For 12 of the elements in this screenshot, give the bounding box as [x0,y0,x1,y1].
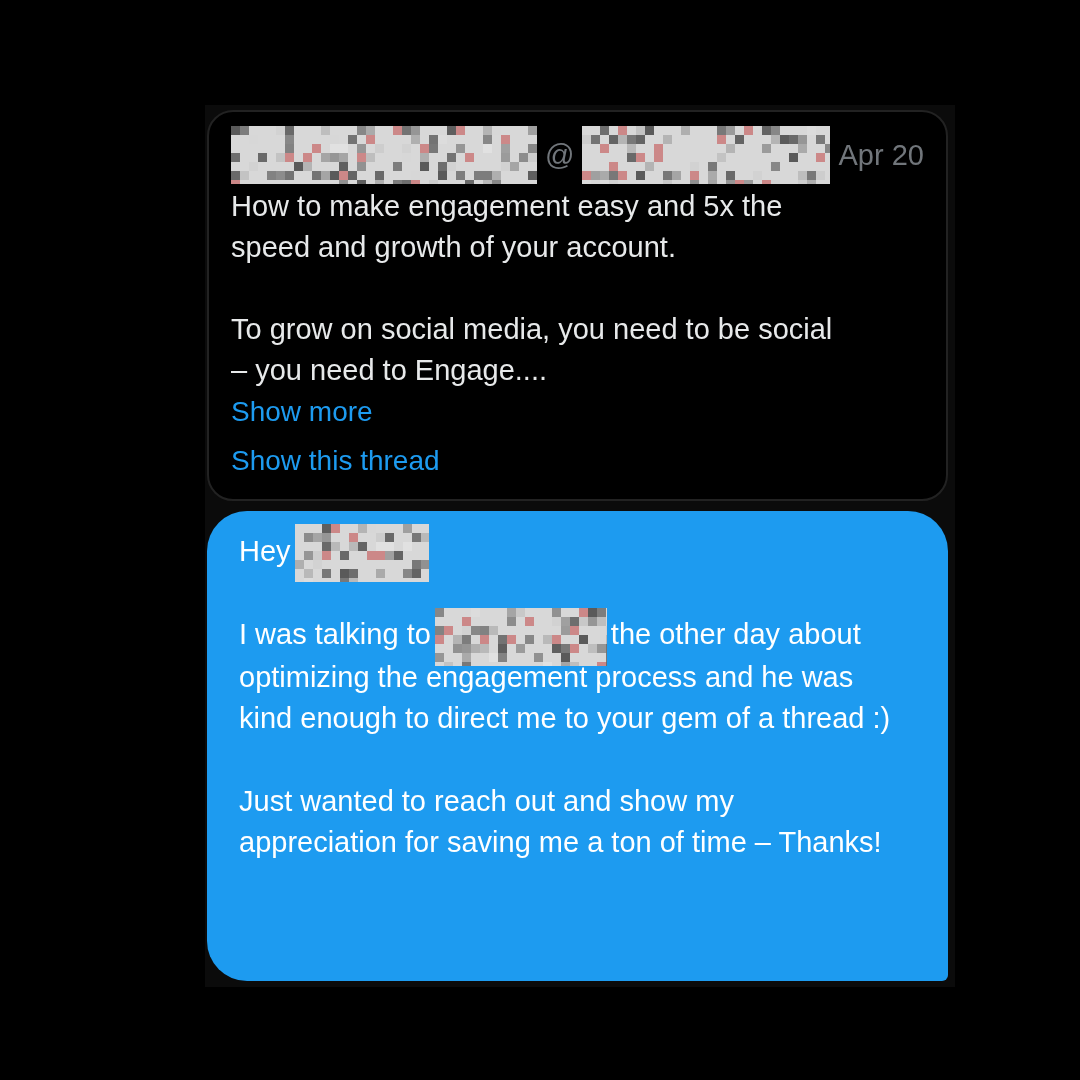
at-sign: @ [545,137,575,173]
tweet-text: To grow on social media, you need to be social – you need to Engage.... [231,312,834,388]
tweet-text: How to make engagement easy and 5x the speed and growth of your account. [231,189,784,265]
show-thread-link[interactable]: Show this thread [231,440,440,481]
message-text: Hey [239,535,291,567]
message-text: I was talking to [239,618,431,651]
tweet-date: Apr 20 [838,137,924,173]
message-text: Just wanted to reach out and show my appreciation for saving me a ton of time – Thanks! [239,783,883,861]
message-text: the other day about [610,618,861,651]
show-more-link[interactable]: Show more [231,391,373,432]
quoted-tweet-card[interactable]: @ Apr 20 How to make engagement easy and 5x the speed and growth of your account. To grow on social media, you need to be social – you need to Engage.... Show more Show this thread [207,110,948,501]
message-text: optimizing the engagement process and he was kind enough to direct me to your gem of a thread :) [239,659,892,737]
